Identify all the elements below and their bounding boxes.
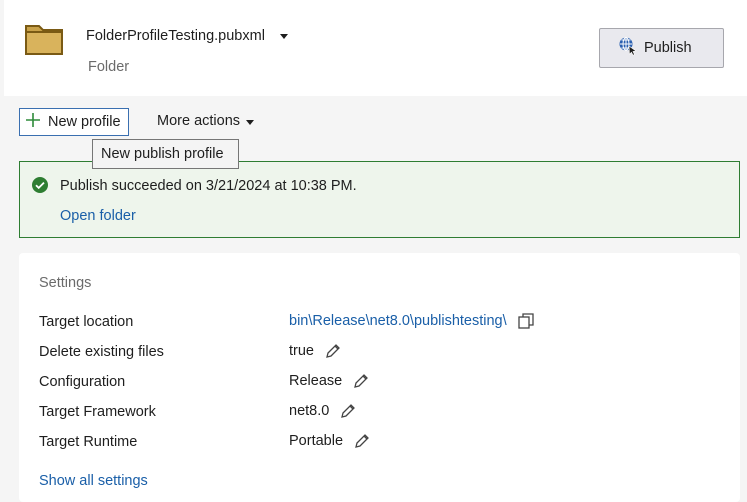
- profile-header: FolderProfileTesting.pubxml Folder Publi…: [4, 0, 747, 96]
- settings-title: Settings: [39, 275, 92, 291]
- pencil-icon[interactable]: [353, 432, 371, 450]
- more-actions-label: More actions: [157, 113, 241, 129]
- open-folder-link[interactable]: Open folder: [60, 208, 136, 224]
- new-profile-button[interactable]: New profile: [19, 108, 129, 136]
- setting-value-target-runtime: Portable: [289, 432, 371, 450]
- setting-label-delete-existing-files: Delete existing files: [39, 344, 164, 360]
- setting-value-target-location: bin\Release\net8.0\publishtesting\: [289, 312, 535, 330]
- setting-label-target-location: Target location: [39, 314, 134, 330]
- globe-publish-icon: [618, 36, 638, 60]
- chevron-down-icon: [246, 119, 255, 125]
- setting-value-target-framework: net8.0: [289, 402, 357, 420]
- pencil-icon[interactable]: [339, 402, 357, 420]
- publish-status-panel: Publish succeeded on 3/21/2024 at 10:38 …: [19, 161, 740, 238]
- copy-icon[interactable]: [517, 312, 535, 330]
- setting-value-configuration: Release: [289, 372, 370, 390]
- delete-existing-files-value: true: [289, 343, 314, 359]
- profile-dropdown-chevron-icon[interactable]: [280, 34, 288, 39]
- settings-card: Settings Target location bin\Release\net…: [19, 253, 740, 502]
- setting-label-target-framework: Target Framework: [39, 404, 156, 420]
- folder-icon: [24, 22, 64, 56]
- setting-label-target-runtime: Target Runtime: [39, 434, 138, 450]
- show-all-settings-link[interactable]: Show all settings: [39, 473, 148, 489]
- pencil-icon[interactable]: [324, 342, 342, 360]
- more-actions-menu[interactable]: More actions: [157, 113, 255, 129]
- publish-status-message: Publish succeeded on 3/21/2024 at 10:38 …: [60, 178, 357, 194]
- target-runtime-value: Portable: [289, 433, 344, 449]
- setting-label-configuration: Configuration: [39, 374, 126, 390]
- configuration-value: Release: [289, 373, 343, 389]
- profile-type: Folder: [88, 59, 130, 75]
- plus-icon: [24, 111, 42, 133]
- publish-button-label: Publish: [644, 40, 692, 56]
- target-location-link[interactable]: bin\Release\net8.0\publishtesting\: [289, 313, 507, 329]
- check-circle-icon: [31, 176, 49, 194]
- new-profile-label: New profile: [48, 114, 121, 130]
- pencil-icon[interactable]: [352, 372, 370, 390]
- setting-value-delete-existing-files: true: [289, 342, 342, 360]
- target-framework-value: net8.0: [289, 403, 330, 419]
- publish-button[interactable]: Publish: [599, 28, 724, 68]
- profile-name[interactable]: FolderProfileTesting.pubxml: [86, 28, 265, 44]
- new-profile-tooltip: New publish profile: [92, 139, 239, 169]
